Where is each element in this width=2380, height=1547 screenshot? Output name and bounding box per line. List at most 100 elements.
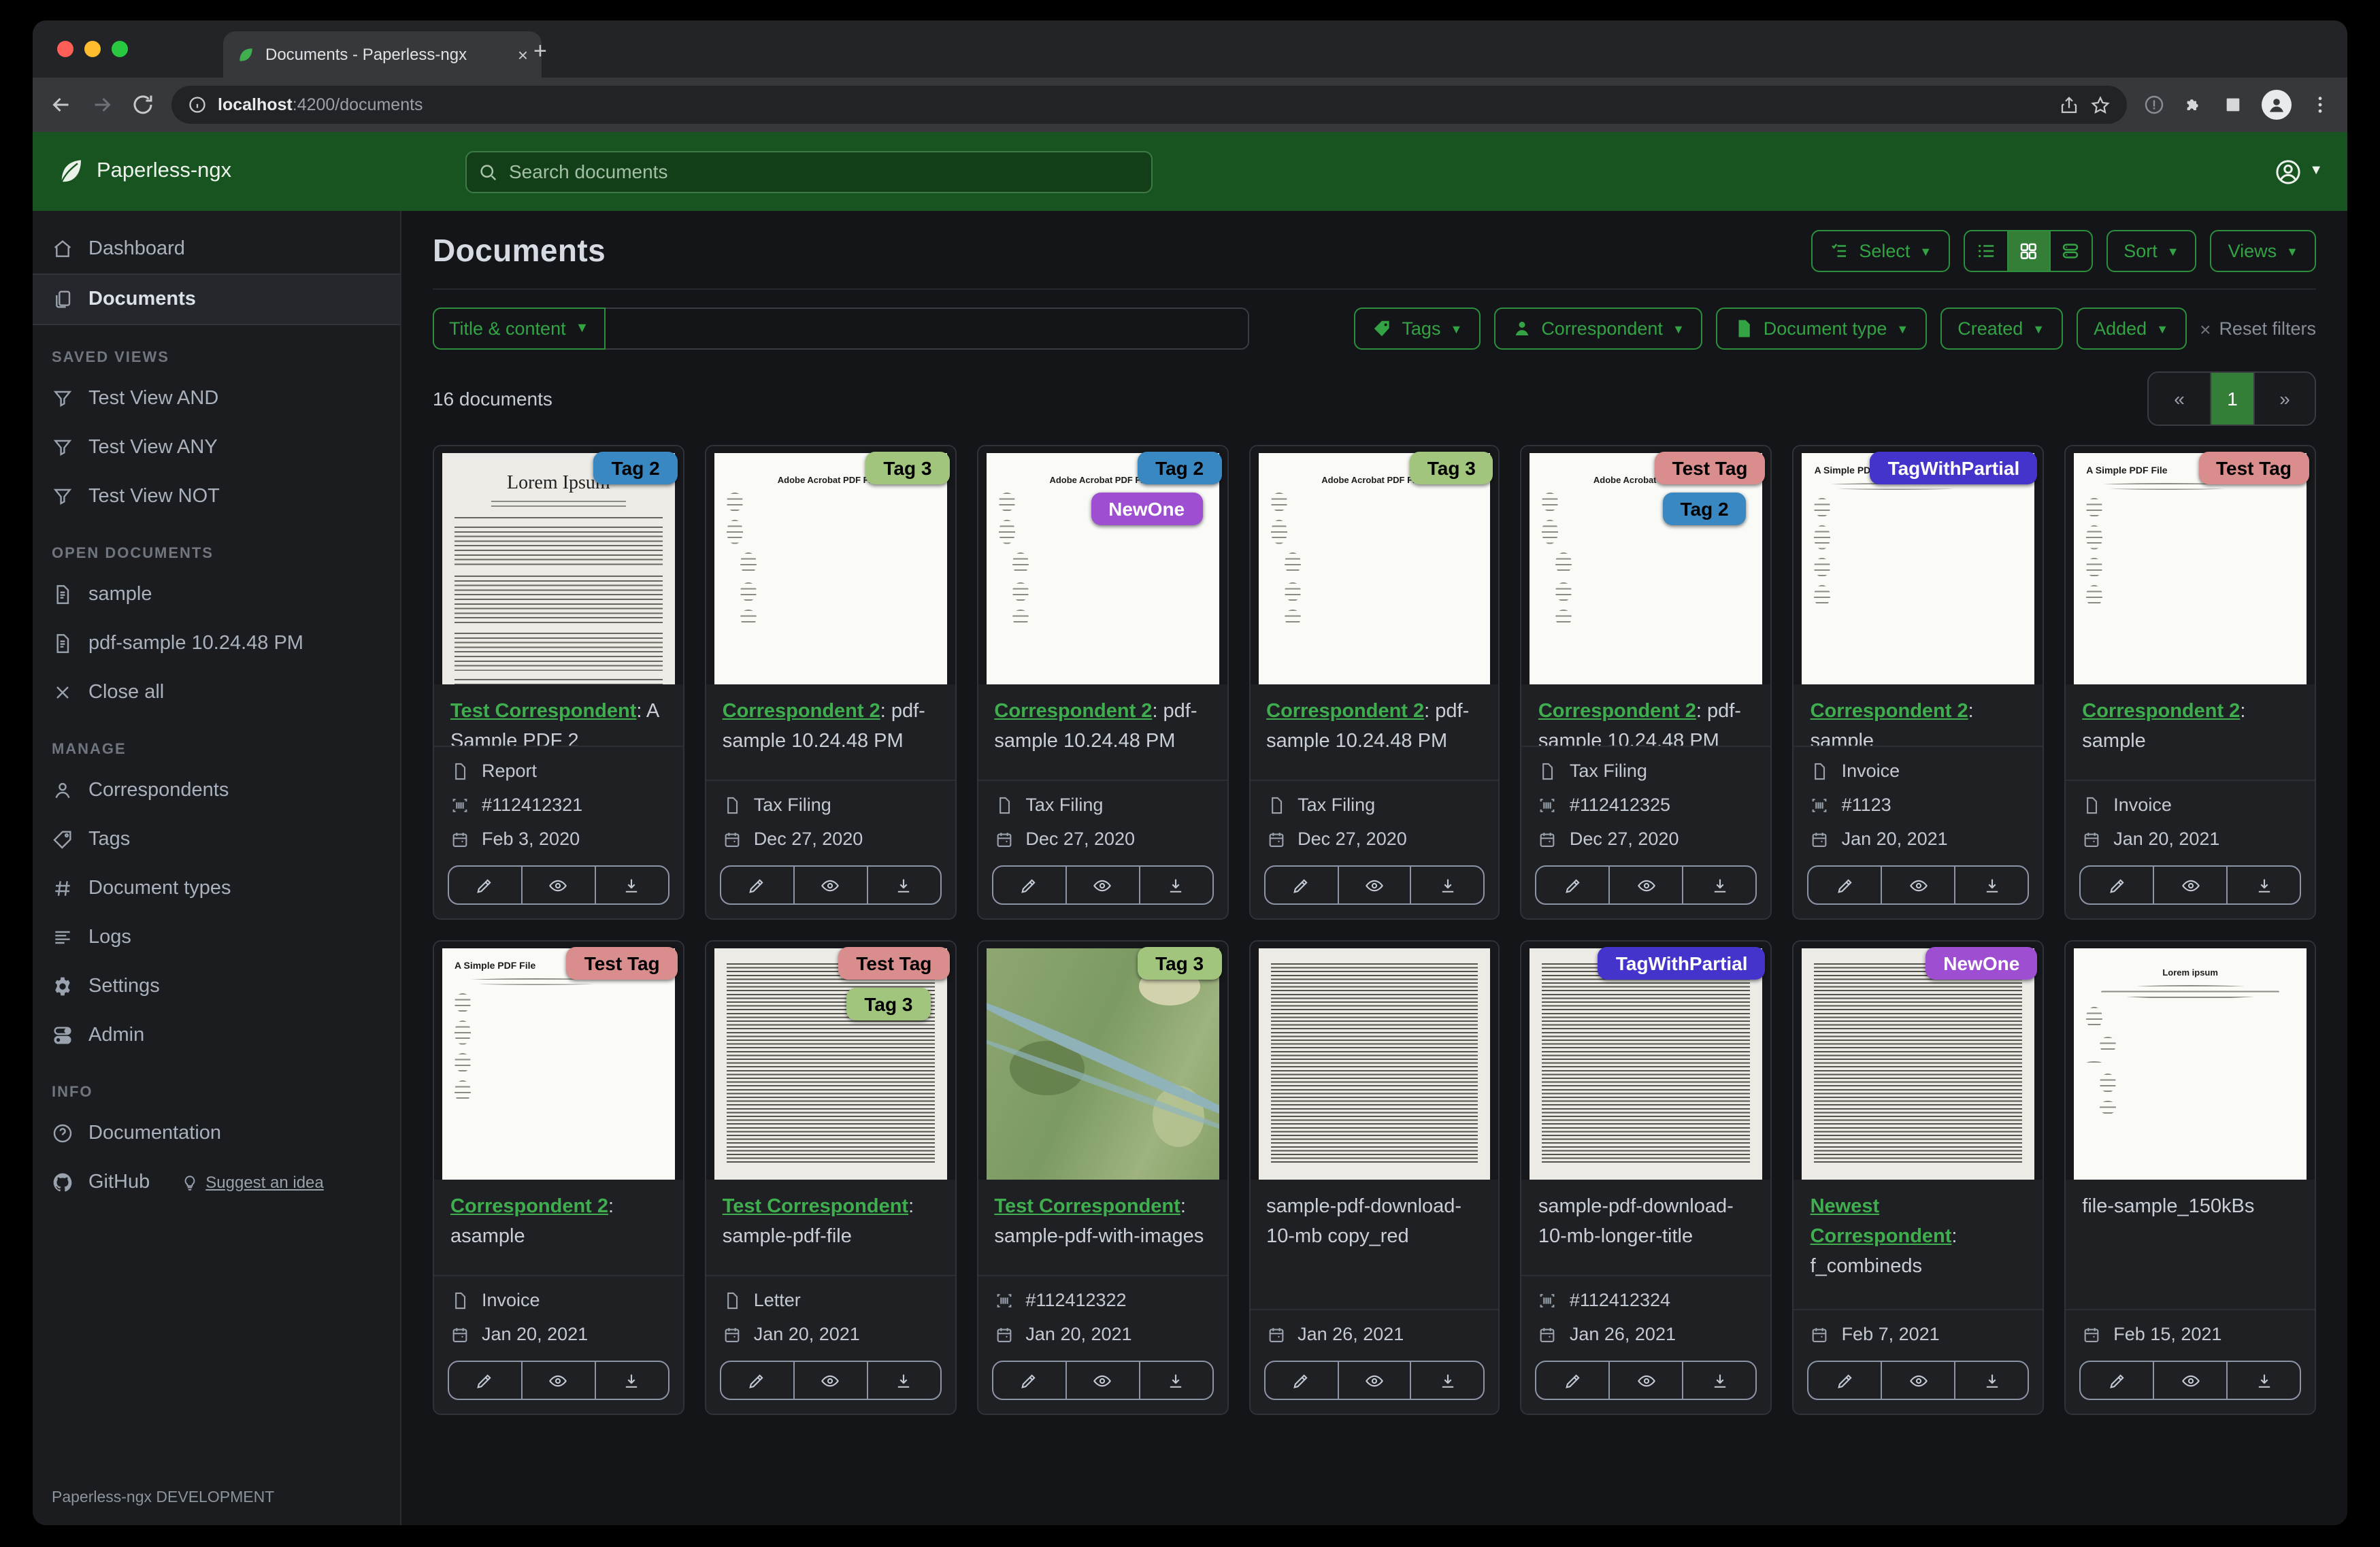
detail-view-button[interactable] (2049, 231, 2091, 271)
correspondent-link[interactable]: Correspondent 2 (723, 701, 880, 722)
document-thumbnail[interactable]: A Simple PDF File Test Tag (434, 942, 683, 1180)
added-filter-button[interactable]: Added ▼ (2076, 307, 2187, 350)
reset-filters-button[interactable]: × Reset filters (2200, 318, 2316, 339)
correspondent-link[interactable]: Correspondent 2 (1811, 701, 1968, 722)
download-button[interactable] (1682, 1362, 1756, 1399)
edit-button[interactable] (993, 867, 1065, 903)
zoom-window-button[interactable] (112, 41, 128, 57)
document-thumbnail[interactable]: Adobe Acrobat PDF Files Tag 3 (706, 446, 955, 684)
previous-page-button[interactable]: « (2149, 373, 2210, 425)
sidebar-item-test-view-and[interactable]: Test View AND (33, 374, 400, 423)
download-button[interactable] (2226, 1362, 2300, 1399)
download-button[interactable] (1954, 1362, 2028, 1399)
sidebar-item-close-all[interactable]: Close all (33, 668, 400, 717)
download-button[interactable] (1410, 867, 1484, 903)
grid-view-button[interactable] (2006, 231, 2049, 271)
document-thumbnail[interactable]: Lorem Ipsum Tag 2 (434, 446, 683, 684)
sidebar-item-sample[interactable]: sample (33, 570, 400, 619)
view-button[interactable] (793, 867, 867, 903)
tag-badge[interactable]: Test Tag (1654, 452, 1766, 484)
correspondent-link[interactable]: Correspondent 2 (994, 701, 1152, 722)
download-button[interactable] (2226, 867, 2300, 903)
sidebar-item-pdf-sample-10-24-48-pm[interactable]: pdf-sample 10.24.48 PM (33, 619, 400, 668)
tag-badge[interactable]: Tag 2 (593, 452, 678, 484)
document-thumbnail[interactable]: Adobe Acrobat PDF Files Tag 2 NewOne (978, 446, 1227, 684)
tag-badge[interactable]: Tag 2 (1138, 452, 1222, 484)
edit-button[interactable] (721, 867, 793, 903)
document-thumbnail[interactable]: Adobe Acrobat PDF Files Tag 3 (1250, 446, 1499, 684)
sidebar-item-test-view-any[interactable]: Test View ANY (33, 423, 400, 472)
sidebar-item-admin[interactable]: Admin (33, 1011, 400, 1060)
next-page-button[interactable]: » (2253, 373, 2315, 425)
document-thumbnail[interactable]: TagWithPartial (1521, 942, 1771, 1180)
download-button[interactable] (1138, 867, 1212, 903)
download-button[interactable] (866, 867, 940, 903)
back-icon[interactable] (49, 93, 73, 117)
forward-icon[interactable] (90, 93, 114, 117)
correspondent-link[interactable]: Correspondent 2 (1538, 701, 1696, 722)
sidebar-item-dashboard[interactable]: Dashboard (33, 224, 400, 273)
correspondent-filter-button[interactable]: Correspondent ▼ (1493, 307, 1702, 350)
sidebar-item-logs[interactable]: Logs (33, 913, 400, 962)
sidebar-item-settings[interactable]: Settings (33, 962, 400, 1011)
correspondent-link[interactable]: Correspondent 2 (2082, 701, 2240, 722)
document-thumbnail[interactable]: NewOne (1794, 942, 2043, 1180)
sidebar-item-correspondents[interactable]: Correspondents (33, 766, 400, 815)
bookmark-star-icon[interactable] (2090, 95, 2111, 115)
reload-icon[interactable] (131, 93, 155, 117)
document-thumbnail[interactable]: A Simple PDF File TagWithPartial (1794, 446, 2043, 684)
correspondent-link[interactable]: Test Correspondent (450, 701, 636, 722)
browser-profile-avatar[interactable] (2262, 90, 2292, 120)
list-view-button[interactable] (1964, 231, 2006, 271)
document-type[interactable]: Report (450, 761, 667, 781)
document-thumbnail[interactable]: Adobe Acrobat PDF Files Test Tag Tag 2 (1521, 446, 1771, 684)
document-type[interactable]: Invoice (450, 1290, 667, 1310)
share-icon[interactable] (2059, 95, 2079, 115)
sidebar-item-documentation[interactable]: Documentation (33, 1109, 400, 1158)
tag-badge[interactable]: NewOne (1091, 493, 1203, 525)
document-thumbnail[interactable] (1250, 942, 1499, 1180)
view-button[interactable] (1065, 1362, 1138, 1399)
created-filter-button[interactable]: Created ▼ (1940, 307, 2063, 350)
sidebar-item-document-types[interactable]: Document types (33, 864, 400, 913)
edit-button[interactable] (2081, 1362, 2153, 1399)
sidebar-item-test-view-not[interactable]: Test View NOT (33, 472, 400, 521)
edit-button[interactable] (1265, 1362, 1337, 1399)
views-button[interactable]: Views ▼ (2210, 230, 2316, 272)
download-button[interactable] (1138, 1362, 1212, 1399)
document-type[interactable]: Tax Filing (1266, 795, 1483, 815)
download-button[interactable] (594, 867, 668, 903)
correspondent-link[interactable]: Newest Correspondent (1811, 1196, 1952, 1248)
download-button[interactable] (594, 1362, 668, 1399)
tag-badge[interactable]: NewOne (1926, 947, 2038, 980)
edit-button[interactable] (1537, 867, 1609, 903)
correspondent-link[interactable]: Correspondent 2 (1266, 701, 1424, 722)
tag-badge[interactable]: Test Tag (2198, 452, 2309, 484)
download-button[interactable] (1682, 867, 1756, 903)
view-button[interactable] (793, 1362, 867, 1399)
tab-close-icon[interactable]: × (518, 44, 528, 65)
view-button[interactable] (1608, 1362, 1683, 1399)
address-bar[interactable]: localhost:4200/documents (171, 86, 2127, 124)
edit-button[interactable] (449, 867, 521, 903)
edit-button[interactable] (1537, 1362, 1609, 1399)
document-type-filter-button[interactable]: Document type ▼ (1715, 307, 1927, 350)
edit-button[interactable] (449, 1362, 521, 1399)
current-page-button[interactable]: 1 (2210, 373, 2253, 425)
view-button[interactable] (2153, 1362, 2226, 1399)
edit-button[interactable] (1809, 1362, 1881, 1399)
password-manager-icon[interactable] (2143, 94, 2165, 116)
edit-button[interactable] (721, 1362, 793, 1399)
tag-badge[interactable]: TagWithPartial (1598, 947, 1766, 980)
tag-badge[interactable]: Tag 3 (1138, 947, 1222, 980)
correspondent-link[interactable]: Correspondent 2 (450, 1196, 608, 1218)
view-button[interactable] (1065, 867, 1138, 903)
user-menu[interactable]: ▼ (2274, 157, 2323, 186)
global-search-input[interactable] (465, 150, 1153, 193)
edit-button[interactable] (2081, 867, 2153, 903)
close-window-button[interactable] (57, 41, 73, 57)
tag-badge[interactable]: Tag 2 (1662, 493, 1747, 525)
document-thumbnail[interactable]: Tag 3 (978, 942, 1227, 1180)
correspondent-link[interactable]: Test Correspondent (723, 1196, 908, 1218)
view-button[interactable] (1608, 867, 1683, 903)
